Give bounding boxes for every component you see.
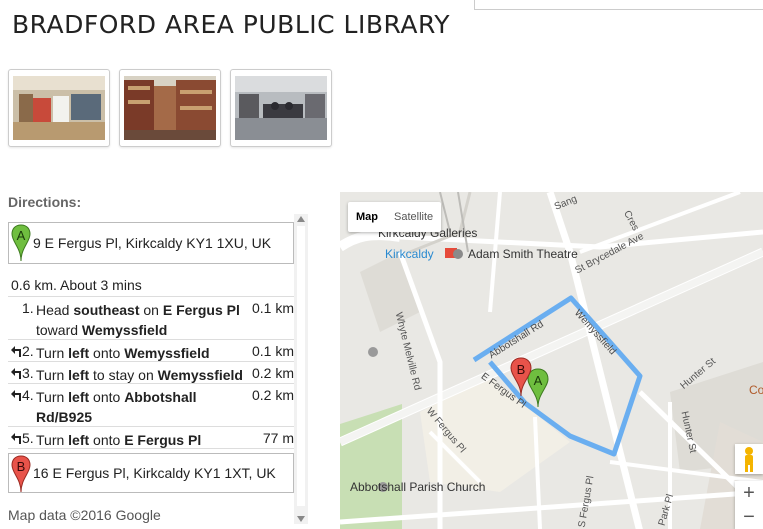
svg-text:B: B — [17, 459, 26, 474]
landmark-icon — [368, 347, 378, 357]
turn-left-icon — [11, 346, 21, 357]
turn-left-icon — [11, 433, 21, 444]
svg-text:A: A — [534, 373, 543, 388]
zoom-control: + − — [735, 481, 763, 529]
map-type-satellite-button[interactable]: Satellite — [386, 202, 441, 232]
direction-step[interactable]: 4. Turn left onto Abbotshall Rd/B925 0.2… — [8, 384, 294, 427]
step-distance: 0.1 km — [251, 343, 294, 359]
step-instruction: Turn left onto Wemyssfield — [36, 345, 210, 361]
library-photo-2[interactable] — [119, 69, 221, 147]
turn-left-icon — [11, 368, 21, 379]
label-abbotshall-parish-church: Abbotshall Parish Church — [350, 480, 486, 494]
step-instruction: Turn left onto E Fergus Pl — [36, 432, 202, 448]
route-summary: 0.6 km. About 3 mins — [11, 277, 142, 293]
street-view-pegman[interactable] — [735, 444, 763, 474]
map-view[interactable]: Kirkcaldy Galleries Kirkcaldy Adam Smith… — [340, 192, 763, 529]
scroll-up-arrow-icon[interactable] — [297, 216, 305, 222]
step-distance: 0.2 km — [251, 387, 294, 403]
svg-text:A: A — [17, 228, 26, 243]
end-address: 16 E Fergus Pl, Kirkcaldy KY1 1XT, UK — [33, 465, 276, 481]
map-type-control: Map Satellite — [348, 202, 442, 232]
map-copyright: Map data ©2016 Google — [8, 507, 161, 523]
direction-step[interactable]: 5. Turn left onto E Fergus Pl 77 m — [8, 427, 294, 449]
start-address-row[interactable]: A 9 E Fergus Pl, Kirkcaldy KY1 1XU, UK — [8, 222, 294, 264]
direction-step[interactable]: 2. Turn left onto Wemyssfield 0.1 km — [8, 340, 294, 362]
scroll-down-arrow-icon[interactable] — [297, 516, 305, 522]
step-instruction: Turn left to stay on Wemyssfield — [36, 367, 243, 383]
pegman-icon — [745, 447, 753, 472]
library-photo-3[interactable] — [230, 69, 332, 147]
turn-left-icon — [11, 390, 21, 401]
zoom-in-button[interactable]: + — [735, 481, 763, 505]
page-title: BRADFORD AREA PUBLIC LIBRARY — [12, 10, 450, 39]
direction-step[interactable]: 3. Turn left to stay on Wemyssfield 0.2 … — [8, 362, 294, 384]
directions-steps: 1. Head southeast on E Fergus Pl toward … — [8, 296, 294, 449]
label-kirkcaldy: Kirkcaldy — [385, 247, 434, 261]
theatre-icon — [453, 249, 463, 259]
step-distance: 0.1 km — [251, 300, 294, 316]
directions-scrollbar[interactable] — [294, 214, 308, 524]
label-co: Co — [749, 383, 763, 397]
scroll-thumb[interactable] — [297, 226, 305, 506]
end-address-row[interactable]: B 16 E Fergus Pl, Kirkcaldy KY1 1XT, UK — [8, 453, 294, 493]
step-distance: 0.2 km — [251, 365, 294, 381]
directions-panel: A 9 E Fergus Pl, Kirkcaldy KY1 1XU, UK 0… — [8, 214, 308, 524]
label-adam-smith-theatre: Adam Smith Theatre — [468, 247, 578, 261]
marker-a-icon: A — [11, 224, 31, 262]
library-photo-1[interactable] — [8, 69, 110, 147]
svg-text:B: B — [517, 362, 526, 377]
directions-heading: Directions: — [8, 194, 82, 210]
search-box[interactable] — [474, 0, 763, 10]
step-distance: 77 m — [262, 430, 294, 446]
step-instruction: Turn left onto Abbotshall Rd/B925 — [36, 389, 197, 425]
map-marker-b-icon[interactable]: B — [510, 357, 532, 397]
zoom-out-button[interactable]: − — [735, 505, 763, 529]
start-address: 9 E Fergus Pl, Kirkcaldy KY1 1XU, UK — [33, 235, 272, 251]
step-instruction: Head southeast on E Fergus Pl toward Wem… — [36, 302, 240, 338]
marker-b-icon: B — [11, 455, 31, 493]
direction-step[interactable]: 1. Head southeast on E Fergus Pl toward … — [8, 297, 294, 340]
map-type-map-button[interactable]: Map — [348, 202, 386, 232]
